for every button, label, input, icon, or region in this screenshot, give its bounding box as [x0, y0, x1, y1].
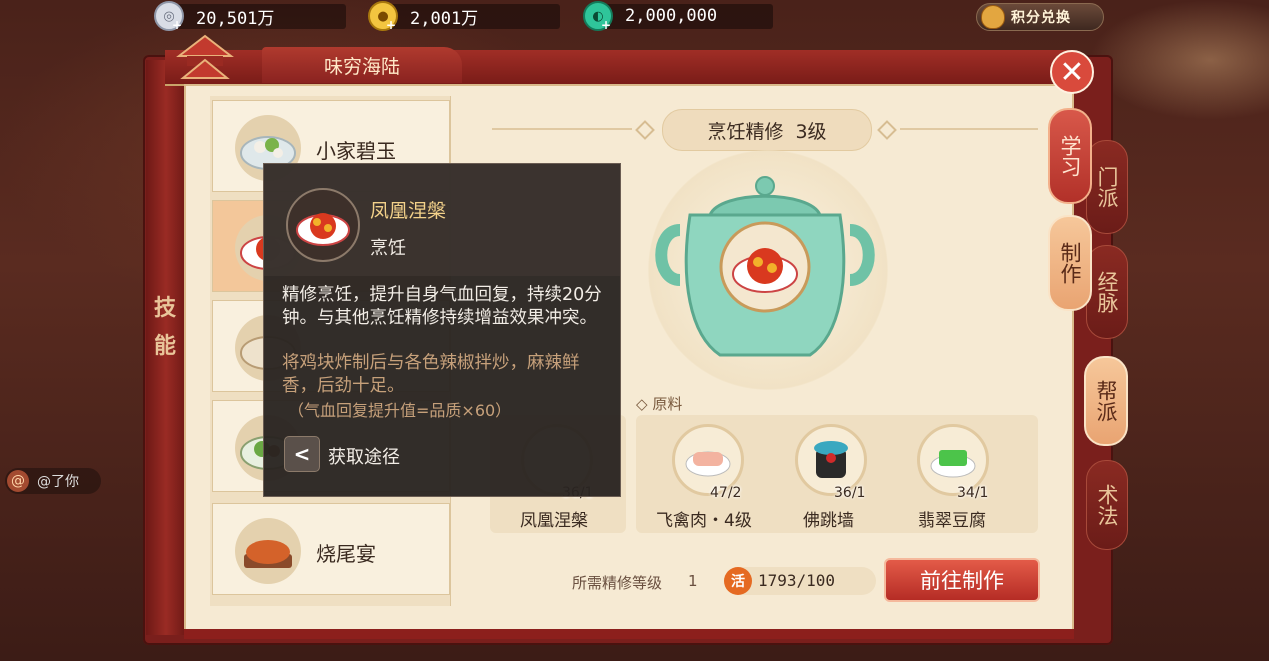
refine-title: 烹饪精修: [707, 120, 784, 143]
divider: [900, 128, 1038, 130]
ingredient-count: 34/1: [957, 485, 989, 501]
tooltip-flavor-text: 将鸡块炸制后与各色辣椒拌炒，麻辣鲜香，后劲十足。: [282, 353, 580, 396]
refine-level: 3级: [795, 120, 827, 143]
tab-learn[interactable]: 学习: [1048, 108, 1092, 204]
bottom-bar: [184, 629, 1074, 639]
acquisition-source-label[interactable]: 获取途径: [328, 443, 400, 469]
recipe-item[interactable]: 烧尾宴: [212, 503, 450, 595]
tab-meridian[interactable]: 经脉: [1086, 245, 1128, 339]
gold-amount: 2,001万: [410, 8, 479, 29]
result-name: 凤凰涅槃: [520, 511, 588, 531]
tab-sect[interactable]: 门派: [1086, 140, 1128, 234]
silver-currency[interactable]: ◎ + 20,501万: [154, 1, 346, 32]
dish-icon: [235, 518, 301, 584]
tab-label: 学习: [1058, 135, 1082, 177]
tab-label: 经脉: [1095, 271, 1119, 313]
required-refine-level-value: 1: [688, 572, 698, 590]
required-refine-level-label: 所需精修等级: [572, 574, 663, 592]
energy-icon: 活: [724, 567, 752, 595]
phoenix-dish-icon: [286, 188, 360, 262]
money-bag-icon: [981, 5, 1005, 29]
tab-label: 术法: [1095, 484, 1119, 526]
ingredient-name: 翡翠豆腐: [918, 511, 986, 531]
tab-guild[interactable]: 帮派: [1084, 356, 1128, 446]
ingredients-title: ◇ 原料: [636, 395, 683, 413]
refine-level-tab: 烹饪精修 3级: [662, 109, 872, 151]
tab-label: 门派: [1095, 166, 1119, 208]
skill-side-label: 技能: [153, 296, 176, 359]
ingredient-count: 47/2: [710, 485, 742, 501]
jade-amount: 2,000,000: [625, 6, 718, 26]
energy-counter: 活 1793/100: [724, 567, 876, 595]
ingredient-name: 佛跳墙: [803, 511, 854, 531]
go-make-button[interactable]: 前往制作: [884, 558, 1040, 602]
tab-label: 帮派: [1094, 380, 1118, 422]
chat-text: @了你: [37, 474, 79, 490]
ingredient-name: 飞禽肉・4级: [656, 511, 752, 531]
plus-icon: +: [601, 18, 612, 32]
at-icon: @: [7, 470, 29, 492]
chevron-left-icon[interactable]: <: [284, 436, 320, 472]
item-tooltip: 凤凰涅槃 烹饪 精修烹饪，提升自身气血回复，持续20分钟。与其他烹饪精修持续增益…: [263, 163, 621, 497]
window-title: 味穷海陆: [262, 47, 462, 83]
silver-amount: 20,501万: [196, 8, 275, 29]
gold-currency[interactable]: ● + 2,001万: [368, 1, 560, 32]
energy-value: 1793/100: [758, 571, 836, 590]
recipe-name: 小家碧玉: [316, 139, 396, 163]
divider: [492, 128, 632, 130]
close-icon[interactable]: ✕: [1050, 50, 1094, 94]
recipe-name: 烧尾宴: [316, 542, 376, 566]
plus-icon: +: [386, 18, 397, 32]
ingredient-count: 36/1: [834, 485, 866, 501]
plus-icon: +: [172, 18, 183, 32]
chat-mention[interactable]: @ @了你: [5, 468, 101, 494]
tooltip-description: 精修烹饪，提升自身气血回复，持续20分钟。与其他烹饪精修持续增益效果冲突。: [282, 285, 602, 328]
tab-label: 制作: [1058, 242, 1082, 284]
tooltip-item-type: 烹饪: [370, 238, 406, 259]
jade-currency[interactable]: ◐ + 2,000,000: [583, 1, 773, 32]
points-exchange-button[interactable]: 积分兑换: [976, 3, 1104, 31]
tab-make[interactable]: 制作: [1048, 215, 1092, 311]
pagoda-icon: [176, 34, 234, 79]
tooltip-formula: （气血回复提升值=品质×60）: [288, 401, 512, 420]
tab-arts[interactable]: 术法: [1086, 460, 1128, 550]
tooltip-item-name: 凤凰涅槃: [370, 200, 447, 222]
exchange-label: 积分兑换: [1011, 10, 1071, 26]
cooking-pot-icon: [655, 176, 875, 357]
